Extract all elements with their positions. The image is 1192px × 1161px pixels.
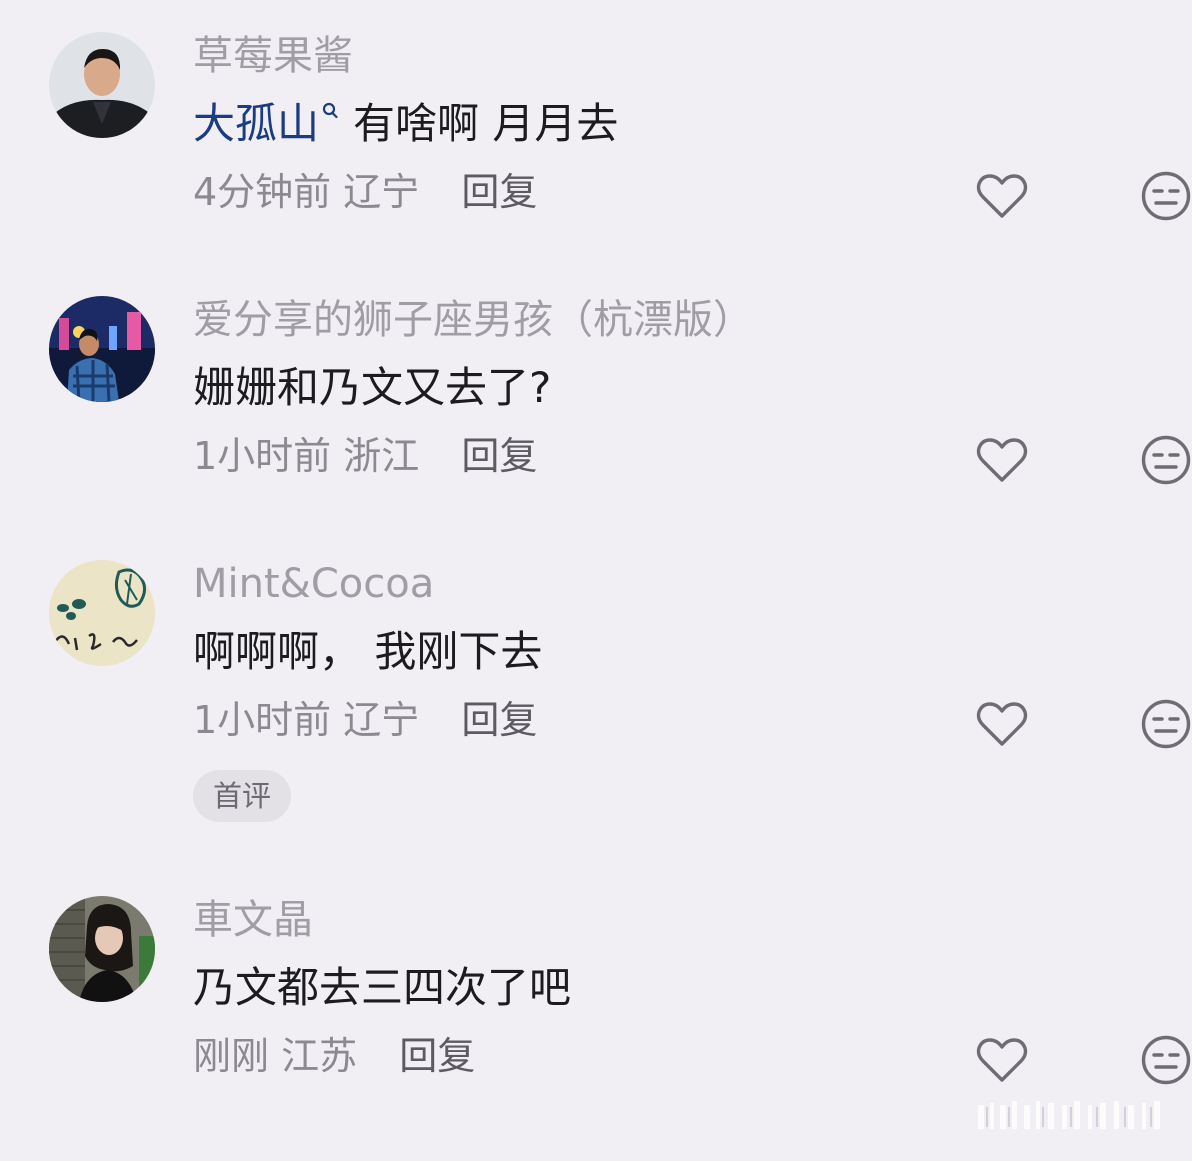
heart-outline-icon [976,438,1028,482]
heart-outline-icon [976,702,1028,746]
comment-text: 姗姗和乃文又去了? [193,363,552,412]
location: 辽宁 [343,698,420,742]
username[interactable]: Mint&Cocoa [193,558,434,610]
dislike-button[interactable] [1140,1034,1192,1086]
location: 辽宁 [343,170,420,214]
like-button[interactable] [976,172,1028,220]
timestamp: 1小时前 [193,698,332,742]
neutral-face-icon [1141,171,1191,221]
comment-text: 大孤山 有啥啊 月月去 [193,96,618,152]
timestamp: 1小时前 [193,434,332,478]
watermark-graphic [978,1101,1160,1129]
avatar[interactable] [49,896,155,1002]
heart-outline-icon [976,174,1028,218]
comment-meta: 1小时前 浙江 回复 [193,430,537,482]
comment-body: 有啥啊 月月去 [353,99,619,148]
dislike-button[interactable] [1140,698,1192,750]
mention-link[interactable]: 大孤山 [193,99,353,148]
timestamp: 刚刚 [193,1034,270,1078]
search-icon [322,102,338,119]
comment-meta: 4分钟前 辽宁 回复 [193,166,537,218]
first-comment-badge: 首评 [193,770,292,822]
location: 江苏 [281,1034,358,1078]
reply-button[interactable]: 回复 [399,1030,475,1082]
comment-text: 啊啊啊， 我刚下去 [193,627,543,676]
username[interactable]: 草莓果酱 [193,30,353,82]
comment-text: 乃文都去三四次了吧 [193,963,572,1012]
like-button[interactable] [976,1036,1028,1084]
comment-item: 爱分享的狮子座男孩（杭漂版） 姗姗和乃文又去了? 1小时前 浙江 回复 [0,264,1192,524]
dislike-button[interactable] [1140,170,1192,222]
location: 浙江 [343,434,420,478]
timestamp: 4分钟前 [193,170,332,214]
neutral-face-icon [1141,699,1191,749]
comment-meta: 1小时前 辽宁 回复 [193,694,537,746]
like-button[interactable] [976,436,1028,484]
neutral-face-icon [1141,1035,1191,1085]
reply-button[interactable]: 回复 [461,694,537,746]
dislike-button[interactable] [1140,434,1192,486]
username[interactable]: 爱分享的狮子座男孩（杭漂版） [193,294,753,346]
neutral-face-icon [1141,435,1191,485]
avatar[interactable] [49,560,155,666]
username[interactable]: 車文晶 [193,894,313,946]
like-button[interactable] [976,700,1028,748]
heart-outline-icon [976,1038,1028,1082]
comment-item: Mint&Cocoa 啊啊啊， 我刚下去 1小时前 辽宁 回复 [0,528,1192,788]
comment-item: 車文晶 乃文都去三四次了吧 刚刚 江苏 回复 [0,864,1192,1124]
mention-label[interactable]: 大孤山 [193,99,319,148]
comment-meta: 刚刚 江苏 回复 [193,1030,475,1082]
avatar[interactable] [49,296,155,402]
comment-item: 草莓果酱 大孤山 有啥啊 月月去 4分钟前 辽宁 回复 [0,0,1192,260]
reply-button[interactable]: 回复 [461,166,537,218]
reply-button[interactable]: 回复 [461,430,537,482]
avatar[interactable] [49,32,155,138]
